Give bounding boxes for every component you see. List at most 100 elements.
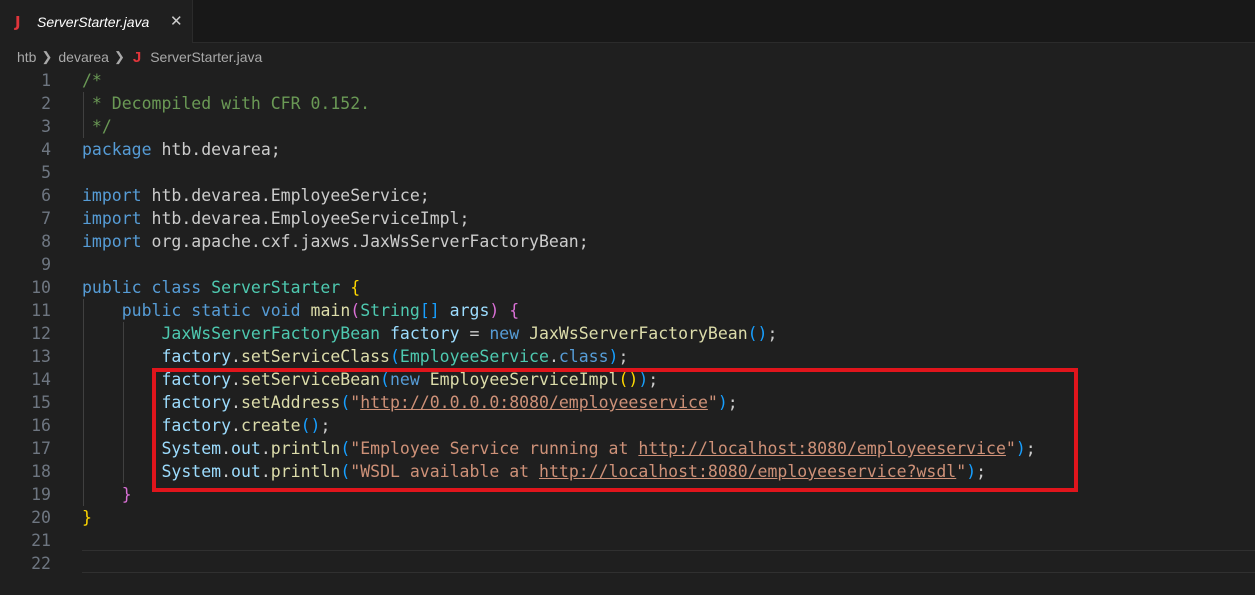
code-line[interactable]: 7 import htb.devarea.EmployeeServiceImpl; (0, 207, 1255, 230)
close-icon[interactable]: ✕ (170, 12, 183, 30)
chevron-right-icon: ❯ (113, 49, 125, 64)
code-token: { (509, 301, 520, 320)
code-text: import org.apache.cxf.jaxws.JaxWsServerF… (82, 230, 589, 253)
code-token: import (82, 232, 142, 251)
line-number: 10 (31, 278, 51, 297)
breadcrumb-item-devarea[interactable]: devarea (58, 49, 109, 65)
code-token: import (82, 186, 142, 205)
code-token: JaxWsServerFactoryBean (161, 324, 381, 343)
code-line[interactable]: 4 package htb.devarea; (0, 138, 1255, 161)
code-token: () (747, 324, 768, 343)
line-number: 7 (41, 209, 51, 228)
code-line[interactable]: 21 (0, 529, 1255, 552)
code-line[interactable]: 6 import htb.devarea.EmployeeService; (0, 184, 1255, 207)
code-text: JaxWsServerFactoryBean factory = new Jax… (82, 322, 777, 345)
code-token: . (548, 347, 559, 366)
code-text: factory.setServiceClass(EmployeeService.… (82, 345, 628, 368)
code-text: * Decompiled with CFR 0.152. (82, 92, 370, 115)
line-number: 21 (31, 531, 51, 550)
code-token: ( (350, 301, 361, 320)
line-number: 1 (41, 71, 51, 90)
tab-label: ServerStarter.java (37, 13, 150, 30)
code-text: } (82, 483, 132, 506)
code-line[interactable]: 2 * Decompiled with CFR 0.152. (0, 92, 1255, 115)
code-token: import (82, 209, 142, 228)
breadcrumb-item-file[interactable]: ServerStarter.java (150, 49, 262, 65)
breadcrumb-item-htb[interactable]: htb (17, 49, 36, 65)
line-number: 3 (41, 117, 51, 136)
code-token: ServerStarter (211, 278, 341, 297)
code-line[interactable]: 12 JaxWsServerFactoryBean factory = new … (0, 322, 1255, 345)
code-text: public class ServerStarter { (82, 276, 360, 299)
code-token: class (558, 347, 609, 366)
line-number: 11 (31, 301, 51, 320)
code-text: /* (82, 69, 102, 92)
line-number: 12 (31, 324, 51, 343)
tab-server-starter[interactable]: J ServerStarter.java ✕ (0, 0, 193, 43)
code-line[interactable]: 5 (0, 161, 1255, 184)
code-token: static (191, 301, 251, 320)
code-token: factory (161, 347, 232, 366)
code-token: /* (82, 71, 102, 90)
code-token: ( (389, 347, 400, 366)
code-line[interactable]: 20} (0, 506, 1255, 529)
code-line[interactable]: 10 public class ServerStarter { (0, 276, 1255, 299)
code-line[interactable]: 13 factory.setServiceClass(EmployeeServi… (0, 345, 1255, 368)
line-number: 19 (31, 485, 51, 504)
code-token: } (121, 485, 132, 504)
code-line[interactable]: 9 (0, 253, 1255, 276)
line-number: 20 (31, 508, 51, 527)
code-editor[interactable]: 1/* 2 * Decompiled with CFR 0.152. 3 */4 pa… (0, 68, 1255, 595)
code-line[interactable]: 3 */ (0, 115, 1255, 138)
code-text: public static void main(String[] args) { (82, 299, 519, 322)
breadcrumb: htb ❯ devarea ❯ J ServerStarter.java (17, 46, 262, 68)
code-line[interactable]: 22 (0, 552, 1255, 575)
code-line[interactable]: 11 public static void main(String[] args… (0, 299, 1255, 322)
code-token: package (82, 140, 152, 159)
chevron-right-icon: ❯ (41, 49, 53, 64)
code-token: setServiceClass (240, 347, 390, 366)
code-token: factory (389, 324, 460, 343)
line-number: 9 (41, 255, 51, 274)
line-number: 2 (41, 94, 51, 113)
line-number: 16 (31, 416, 51, 435)
code-token: htb.devarea.EmployeeServiceImpl; (141, 209, 470, 228)
code-token: = (459, 324, 490, 343)
line-number: 5 (41, 163, 51, 182)
code-text: import htb.devarea.EmployeeService; (82, 184, 430, 207)
code-token: String (360, 301, 420, 320)
code-token: * Decompiled with CFR 0.152. (82, 94, 371, 113)
code-token: htb.devarea.EmployeeService; (141, 186, 430, 205)
line-number: 13 (31, 347, 51, 366)
code-token: public (82, 278, 142, 297)
code-token: public (121, 301, 182, 320)
code-text: package htb.devarea; (82, 138, 281, 161)
code-token: . (231, 347, 241, 366)
code-token: org.apache.cxf.jaxws.JaxWsServerFactoryB… (141, 232, 589, 251)
code-token: class (151, 278, 202, 297)
code-text: */ (82, 115, 112, 138)
code-token: main (310, 301, 351, 320)
code-line[interactable]: 8 import org.apache.cxf.jaxws.JaxWsServer… (0, 230, 1255, 253)
line-number: 4 (41, 140, 51, 159)
code-token: EmployeeService (399, 347, 549, 366)
code-token: new (489, 324, 520, 343)
line-number: 15 (31, 393, 51, 412)
editor-tab-bar: J ServerStarter.java ✕ (0, 0, 1255, 43)
code-line[interactable]: 1 /* (0, 69, 1255, 92)
